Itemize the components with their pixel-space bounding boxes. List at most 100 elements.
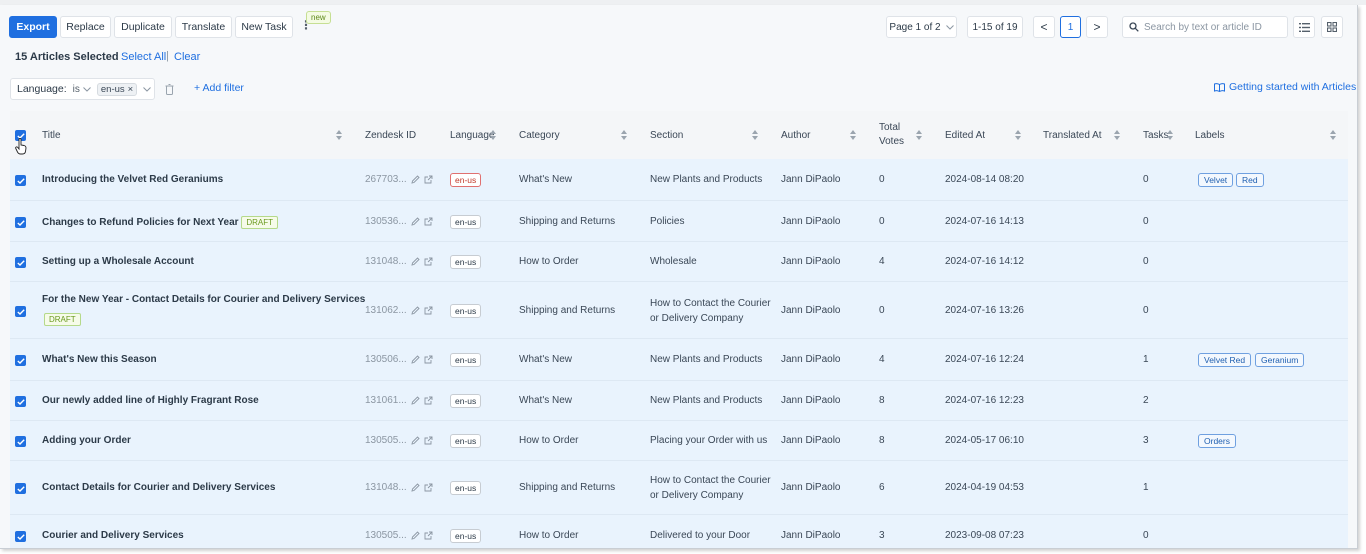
table-row[interactable]: Contact Details for Courier and Delivery…	[10, 461, 1348, 515]
current-page-button[interactable]: 1	[1060, 16, 1081, 38]
zendesk-id-cell: 131048...	[365, 256, 433, 267]
external-link-icon[interactable]	[424, 175, 433, 184]
col-author[interactable]: Author	[781, 130, 810, 141]
edit-icon[interactable]	[411, 257, 420, 266]
sort-translated-icon[interactable]	[1114, 129, 1121, 141]
edit-icon[interactable]	[411, 175, 420, 184]
search-box[interactable]	[1122, 16, 1288, 38]
row-checkbox[interactable]	[15, 483, 26, 494]
table-row[interactable]: Our newly added line of Highly Fragrant …	[10, 381, 1348, 421]
table-row[interactable]: For the New Year - Contact Details for C…	[10, 282, 1348, 339]
trash-icon[interactable]	[165, 84, 174, 95]
check-icon	[16, 177, 25, 184]
col-tasks[interactable]: Tasks	[1143, 130, 1169, 141]
external-link-icon[interactable]	[424, 217, 433, 226]
draft-badge-wrap: DRAFT	[44, 313, 81, 326]
article-title[interactable]: Adding your Order	[42, 435, 131, 446]
article-title[interactable]: What's New this Season	[42, 354, 157, 365]
col-section[interactable]: Section	[650, 130, 683, 141]
row-checkbox[interactable]	[15, 396, 26, 407]
external-link-icon[interactable]	[424, 531, 433, 540]
col-zendesk-id[interactable]: Zendesk ID	[365, 130, 416, 141]
sort-author-icon[interactable]	[850, 129, 857, 141]
edit-icon[interactable]	[411, 436, 420, 445]
article-title[interactable]: Setting up a Wholesale Account	[42, 256, 194, 267]
edit-icon[interactable]	[411, 483, 420, 492]
edit-icon[interactable]	[411, 217, 420, 226]
prev-page-button[interactable]: <	[1033, 16, 1055, 38]
edit-icon[interactable]	[411, 531, 420, 540]
col-translated-at[interactable]: Translated At	[1043, 130, 1102, 141]
row-checkbox[interactable]	[15, 175, 26, 186]
sort-votes-icon[interactable]	[916, 129, 923, 141]
row-checkbox[interactable]	[15, 436, 26, 447]
col-category[interactable]: Category	[519, 130, 560, 141]
next-page-button[interactable]: >	[1086, 16, 1108, 38]
chevron-down-icon[interactable]	[143, 86, 152, 92]
col-labels[interactable]: Labels	[1195, 130, 1224, 141]
label-badge[interactable]: Orders	[1198, 434, 1236, 448]
external-link-icon[interactable]	[424, 483, 433, 492]
search-input[interactable]	[1144, 21, 1284, 33]
duplicate-button[interactable]: Duplicate	[114, 16, 172, 38]
articles-table: Title Zendesk ID Language Category Secti…	[10, 111, 1348, 548]
col-language[interactable]: Language	[450, 130, 495, 141]
col-total-votes[interactable]: Total Votes	[879, 121, 904, 149]
table-header: Title Zendesk ID Language Category Secti…	[10, 111, 1348, 159]
replace-button[interactable]: Replace	[60, 16, 111, 38]
remove-value-icon[interactable]: ×	[128, 84, 134, 95]
sort-labels-icon[interactable]	[1330, 129, 1337, 141]
col-title[interactable]: Title	[42, 130, 61, 141]
article-title[interactable]: For the New Year - Contact Details for C…	[42, 294, 365, 305]
label-badge[interactable]: Velvet	[1198, 173, 1234, 187]
col-edited-at[interactable]: Edited At	[945, 130, 985, 141]
article-title[interactable]: Courier and Delivery Services	[42, 530, 184, 541]
article-title[interactable]: Changes to Refund Policies for Next Year	[42, 217, 239, 228]
edit-icon[interactable]	[411, 396, 420, 405]
edit-icon[interactable]	[411, 355, 420, 364]
table-row[interactable]: Introducing the Velvet Red Geraniums 2677…	[10, 159, 1348, 201]
label-badge[interactable]: Velvet Red	[1198, 353, 1252, 367]
page-select[interactable]: Page 1 of 2	[886, 16, 957, 38]
getting-started-link[interactable]: Getting started with Articles	[1214, 81, 1356, 93]
table-row[interactable]: Adding your Order 130505... en-us How to Or…	[10, 421, 1348, 461]
row-checkbox[interactable]	[15, 531, 26, 542]
article-title[interactable]: Contact Details for Courier and Delivery…	[42, 482, 275, 493]
external-link-icon[interactable]	[424, 257, 433, 266]
sort-edited-icon[interactable]	[1015, 129, 1022, 141]
add-filter-button[interactable]: + Add filter	[194, 82, 244, 94]
language-filter[interactable]: Language: is en-us ×	[10, 78, 155, 100]
sort-title-icon[interactable]	[336, 129, 343, 141]
col-total-votes-line1: Total	[879, 122, 901, 133]
row-checkbox[interactable]	[15, 257, 26, 268]
sort-tasks-icon[interactable]	[1167, 129, 1174, 141]
new-task-button[interactable]: New Task	[235, 16, 293, 38]
external-link-icon[interactable]	[424, 355, 433, 364]
export-button[interactable]: Export	[9, 16, 57, 38]
external-link-icon[interactable]	[424, 436, 433, 445]
external-link-icon[interactable]	[424, 396, 433, 405]
select-all-link[interactable]: Select All	[121, 51, 166, 63]
row-checkbox[interactable]	[15, 355, 26, 366]
sort-language-icon[interactable]	[490, 129, 497, 141]
language-badge: en-us	[450, 255, 482, 269]
list-view-button[interactable]	[1293, 16, 1315, 38]
table-row[interactable]: Setting up a Wholesale Account 131048... e…	[10, 242, 1348, 282]
label-badge[interactable]: Geranium	[1255, 353, 1305, 367]
row-checkbox[interactable]	[15, 306, 26, 317]
edit-icon[interactable]	[411, 306, 420, 315]
table-row[interactable]: What's New this Season 130506... en-us What…	[10, 339, 1348, 381]
translate-button[interactable]: Translate	[175, 16, 232, 38]
sort-section-icon[interactable]	[752, 129, 759, 141]
row-checkbox[interactable]	[15, 217, 26, 228]
table-row[interactable]: Courier and Delivery Services 130505... en…	[10, 515, 1348, 548]
external-link-icon[interactable]	[424, 306, 433, 315]
filter-operator[interactable]: is	[73, 84, 80, 95]
table-row[interactable]: Changes to Refund Policies for Next Year…	[10, 201, 1348, 242]
label-badge[interactable]: Red	[1236, 173, 1264, 187]
sort-category-icon[interactable]	[621, 129, 628, 141]
article-title[interactable]: Introducing the Velvet Red Geraniums	[42, 174, 223, 185]
article-title[interactable]: Our newly added line of Highly Fragrant …	[42, 395, 259, 406]
clear-selection-link[interactable]: Clear	[174, 51, 200, 63]
grid-view-button[interactable]	[1321, 16, 1343, 38]
